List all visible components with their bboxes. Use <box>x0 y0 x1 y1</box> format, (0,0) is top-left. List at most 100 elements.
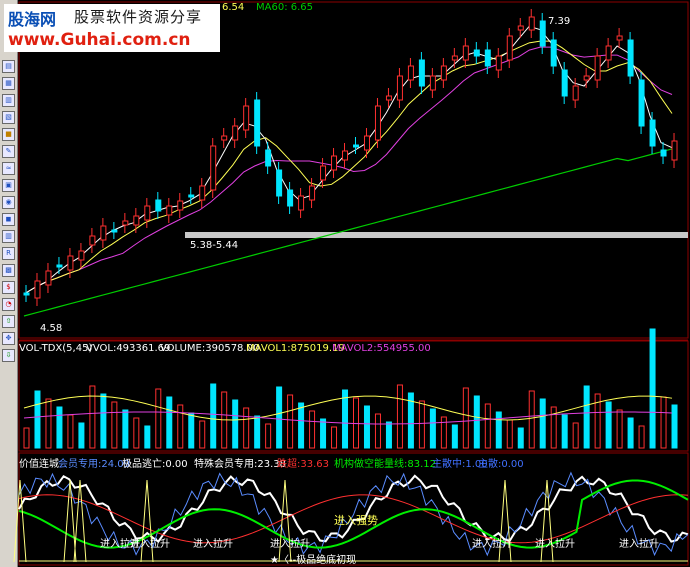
candle-body <box>572 85 579 101</box>
volume-bar <box>276 386 283 449</box>
volume-bar <box>342 389 349 449</box>
candle-body <box>550 39 557 67</box>
candle-body <box>34 280 41 299</box>
candle-body <box>528 16 535 31</box>
volume-bar <box>484 403 491 449</box>
candle-body <box>363 135 370 151</box>
logo-brand: 股海网 <box>8 10 57 29</box>
volume-bar <box>67 414 74 449</box>
candle-body <box>342 150 349 161</box>
special-member-value: 特殊会员专用:23.38 <box>194 459 286 470</box>
candle-body <box>265 149 272 167</box>
volume-bar <box>177 404 184 449</box>
volume-bar <box>188 412 195 449</box>
volume-bar <box>133 417 140 449</box>
candle-body <box>177 200 184 211</box>
volume-bar <box>56 406 63 449</box>
volume-bar <box>243 407 250 449</box>
candle-body <box>517 25 524 31</box>
volume-bar <box>539 398 546 449</box>
volume-bar <box>287 394 294 449</box>
logo-url: www.Guhai.com.cn <box>8 30 191 50</box>
volume-bar <box>396 384 403 449</box>
volume-value: VOLUME:390578.00 <box>160 343 260 354</box>
candle-body <box>649 119 656 147</box>
candle-body <box>67 255 74 271</box>
candle-body <box>133 215 140 226</box>
chart-canvas <box>13 1 689 566</box>
volume-bar <box>45 398 52 449</box>
candle-body <box>440 65 447 81</box>
candle-body <box>100 225 107 241</box>
candle-body <box>45 270 52 286</box>
low-price-marker: 4.58 <box>40 323 63 334</box>
ma-fragment-label: 6.54 <box>222 2 245 13</box>
volume-bar <box>671 404 678 449</box>
candle-body <box>122 220 129 226</box>
institution-value: 机构做空能量线:83.12 <box>334 459 436 470</box>
candle-body <box>78 250 85 261</box>
volume-bar <box>462 387 469 449</box>
pull-up-tag: 进入拉升 <box>472 539 512 550</box>
volume-bar <box>155 388 162 449</box>
volume-bar <box>199 420 206 449</box>
volume-bar <box>331 426 338 449</box>
candle-body <box>627 39 634 77</box>
jp-escape-value: 极品逃亡:0.00 <box>122 459 188 470</box>
volume-bar <box>210 383 217 449</box>
volume-bar <box>298 402 305 449</box>
candle-body <box>539 20 546 47</box>
main-retail-value: 主散:0.00 <box>478 459 524 470</box>
pull-up-tag: 进入拉升 <box>270 539 310 550</box>
candle-body <box>144 205 151 221</box>
candle-body <box>199 185 206 201</box>
bottom-signal-note: ★〈--极品绝底初现 <box>270 555 357 566</box>
high-price-marker: 7.39 <box>548 16 571 27</box>
candle-body <box>495 55 502 71</box>
volume-bar <box>638 425 645 449</box>
volume-bar <box>561 414 568 449</box>
volume-bar <box>440 416 447 449</box>
candle-body <box>616 35 623 41</box>
candle-body <box>407 65 414 81</box>
volume-bar <box>649 328 656 449</box>
volume-bar <box>34 390 41 449</box>
candle-body <box>254 99 261 147</box>
volume-bar <box>232 399 239 449</box>
logo-tagline: 股票软件资源分享 <box>74 8 203 26</box>
pull-up-tag: 进入拉升 <box>193 539 233 550</box>
volume-bar <box>528 390 535 449</box>
member-value: 会员专用:24.09 <box>58 459 130 470</box>
candle-body <box>583 75 590 81</box>
candle-body <box>331 155 338 171</box>
volume-bar <box>265 423 272 449</box>
stock-chart-window: ▤ ▦ ▥ ▧ ■ ✎ ≈ ▣ ◉ ◼ ▥ R ▩ $ ◔ ⇧ ✥ ⇩ 股海网 股票软件资源分享 www.Guha… <box>0 0 690 567</box>
candle-body <box>298 195 305 211</box>
volume-bar <box>583 385 590 449</box>
pull-up-tag: 进入拉升 <box>619 539 659 550</box>
candle-body <box>429 75 436 91</box>
volume-bar <box>374 413 381 449</box>
candle-body <box>660 149 667 157</box>
candle-body <box>353 144 359 148</box>
candle-body <box>594 55 601 81</box>
candle-body <box>221 135 228 141</box>
candle-body <box>671 140 678 161</box>
volume-bar <box>23 427 30 449</box>
volume-bar <box>78 422 85 449</box>
volume-bar <box>451 424 458 449</box>
candle-body <box>638 79 645 127</box>
volume-bar <box>572 422 579 449</box>
candle-body <box>56 264 63 268</box>
candle-body <box>320 165 327 181</box>
candle-body <box>484 49 491 67</box>
volume-bar <box>309 410 316 449</box>
volume-bar <box>166 396 173 449</box>
pulse-spike <box>63 479 77 563</box>
candle-body <box>89 235 96 246</box>
volume-indicator-name: VOL-TDX(5,45) <box>19 343 93 354</box>
volume-bar <box>660 396 667 449</box>
mavol2-value: MAVOL2:554955.00 <box>332 343 431 354</box>
ma60-label: MA60: 6.65 <box>256 2 314 13</box>
volume-bar <box>111 401 118 449</box>
